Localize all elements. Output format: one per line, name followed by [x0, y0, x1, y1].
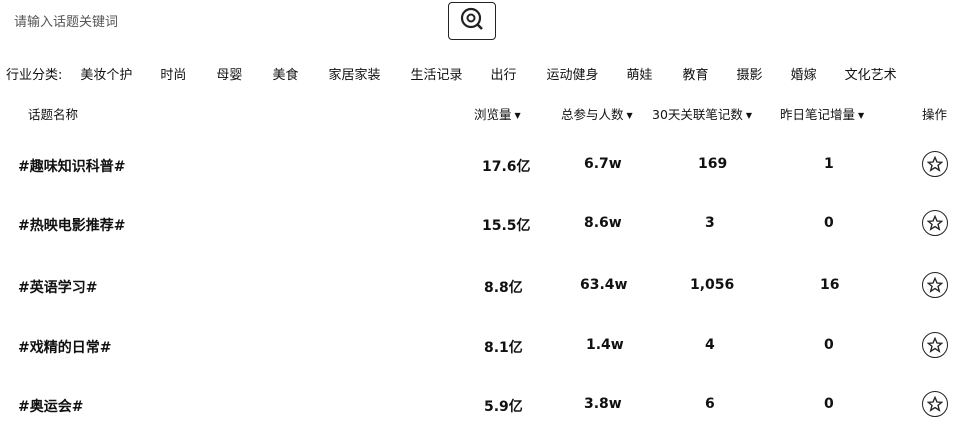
favorite-button[interactable]	[922, 272, 948, 298]
table-row: #戏精的日常# 8.1亿 1.4w 4 0	[0, 332, 968, 377]
category-item[interactable]: 母婴	[216, 64, 242, 83]
search-box[interactable]	[4, 4, 434, 40]
views-value: 5.9亿	[484, 399, 523, 415]
column-header-notes30[interactable]: 30天关联笔记数 ▼	[652, 104, 752, 123]
search-icon	[459, 6, 485, 36]
table-row: #英语学习# 8.8亿 63.4w 1,056 16	[0, 272, 968, 317]
star-icon	[927, 277, 943, 293]
category-item[interactable]: 美食	[272, 64, 298, 83]
column-header-label: 浏览量	[474, 107, 512, 122]
topic-name[interactable]: #戏精的日常#	[18, 337, 111, 357]
caret-down-icon: ▼	[514, 111, 521, 120]
yesterday-value: 1	[824, 156, 834, 172]
column-header-label: 昨日笔记增量	[780, 107, 856, 122]
participants-value: 8.6w	[584, 215, 622, 231]
star-icon	[927, 337, 943, 353]
category-item[interactable]: 生活记录	[410, 64, 462, 83]
column-header-views[interactable]: 浏览量 ▼	[474, 104, 521, 123]
table-row: #奥运会# 5.9亿 3.8w 6 0	[0, 391, 968, 436]
category-label: 行业分类:	[6, 67, 63, 83]
topic-name[interactable]: #英语学习#	[18, 277, 97, 297]
category-item[interactable]: 家居家装	[328, 64, 380, 83]
views-value: 8.1亿	[484, 340, 523, 356]
category-item[interactable]: 出行	[490, 64, 516, 83]
category-item[interactable]: 运动健身	[547, 64, 599, 83]
category-item[interactable]: 文化艺术	[845, 64, 897, 83]
category-item[interactable]: 教育	[683, 64, 709, 83]
star-icon	[927, 156, 943, 172]
category-item[interactable]: 摄影	[737, 64, 763, 83]
participants-value: 63.4w	[580, 277, 628, 293]
yesterday-value: 0	[824, 396, 834, 412]
table-row: #热映电影推荐# 15.5亿 8.6w 3 0	[0, 210, 968, 255]
star-icon	[927, 396, 943, 412]
favorite-button[interactable]	[922, 151, 948, 177]
views-value: 17.6亿	[482, 159, 531, 175]
column-header-action: 操作	[922, 107, 948, 122]
category-bar: 行业分类: 美妆个护 时尚 母婴 美食 家居家装 生活记录 出行 运动健身 萌娃…	[0, 60, 968, 86]
favorite-button[interactable]	[922, 332, 948, 358]
category-item[interactable]: 婚嫁	[791, 64, 817, 83]
category-item[interactable]: 时尚	[160, 64, 186, 83]
column-header-name: 话题名称	[28, 107, 79, 122]
category-item[interactable]: 美妆个护	[80, 64, 132, 83]
search-input[interactable]	[4, 14, 434, 30]
search-button[interactable]	[448, 2, 496, 40]
favorite-button[interactable]	[922, 210, 948, 236]
notes30-value: 4	[705, 337, 715, 353]
notes30-value: 3	[705, 215, 715, 231]
views-value: 8.8亿	[484, 280, 523, 296]
column-header-yesterday[interactable]: 昨日笔记增量 ▼	[780, 104, 864, 123]
topic-name[interactable]: #热映电影推荐#	[18, 215, 125, 235]
views-value: 15.5亿	[482, 218, 531, 234]
yesterday-value: 16	[820, 277, 840, 293]
notes30-value: 1,056	[690, 277, 735, 293]
participants-value: 1.4w	[586, 337, 624, 353]
table-header: 话题名称 浏览量 ▼ 总参与人数 ▼ 30天关联笔记数 ▼ 昨日笔记增量 ▼ 操作	[0, 104, 968, 126]
participants-value: 6.7w	[584, 156, 622, 172]
star-icon	[927, 215, 943, 231]
favorite-button[interactable]	[922, 391, 948, 417]
topic-name[interactable]: #奥运会#	[18, 396, 83, 416]
yesterday-value: 0	[824, 215, 834, 231]
caret-down-icon: ▼	[858, 111, 865, 120]
yesterday-value: 0	[824, 337, 834, 353]
participants-value: 3.8w	[584, 396, 622, 412]
column-header-label: 30天关联笔记数	[652, 107, 743, 122]
category-item[interactable]: 萌娃	[627, 64, 653, 83]
topic-name[interactable]: #趣味知识科普#	[18, 156, 125, 176]
column-header-participants[interactable]: 总参与人数 ▼	[561, 104, 633, 123]
column-header-label: 总参与人数	[561, 107, 624, 122]
caret-down-icon: ▼	[745, 111, 753, 120]
caret-down-icon: ▼	[626, 111, 633, 120]
table-row: #趣味知识科普# 17.6亿 6.7w 169 1	[0, 151, 968, 196]
notes30-value: 6	[705, 396, 715, 412]
notes30-value: 169	[698, 156, 728, 172]
